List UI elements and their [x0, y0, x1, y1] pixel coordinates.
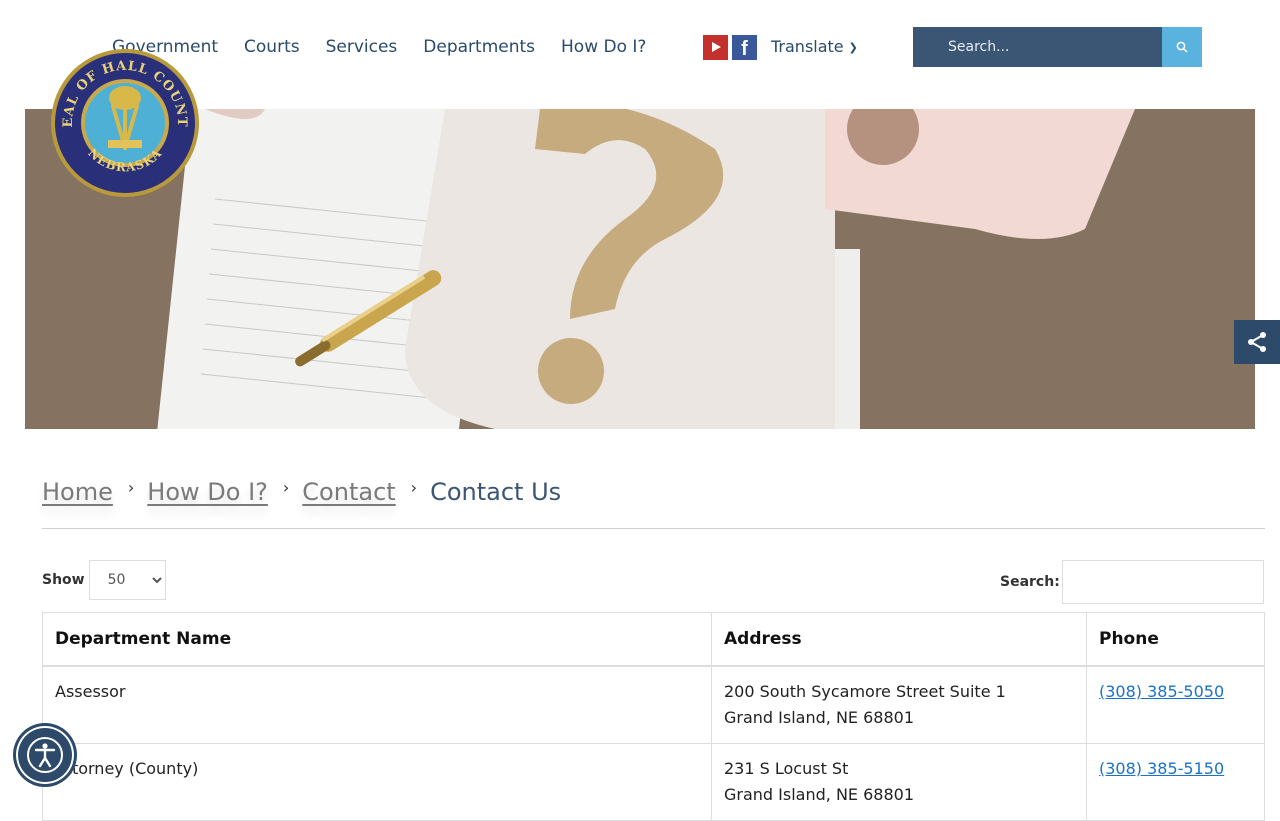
nav-departments[interactable]: Departments [423, 36, 535, 58]
header-search [913, 27, 1202, 67]
address-cell: 200 South Sycamore Street Suite 1 Grand … [711, 665, 1087, 744]
department-name-cell: Assessor [42, 665, 712, 744]
phone-link[interactable]: (308) 385-5050 [1099, 682, 1224, 701]
header-search-button[interactable] [1162, 27, 1202, 67]
accessibility-icon [18, 728, 72, 782]
table-row: Attorney (County) 231 S Locust St Grand … [42, 743, 1265, 821]
social-links: f [703, 35, 757, 60]
chevron-down-icon: ❯ [848, 41, 858, 54]
header-search-input[interactable] [913, 27, 1162, 67]
translate-dropdown[interactable]: Translate ❯ [771, 37, 858, 56]
address-line2: Grand Island, NE 68801 [724, 708, 914, 727]
table-header-row: Department Name Address Phone [42, 612, 1265, 667]
contacts-table: Department Name Address Phone Assessor 2… [42, 612, 1265, 821]
column-header-address[interactable]: Address [711, 612, 1087, 667]
department-name-cell: Attorney (County) [42, 743, 712, 821]
youtube-icon[interactable] [703, 35, 728, 60]
address-line1: 231 S Locust St [724, 759, 849, 778]
breadcrumb-how-do-i[interactable]: How Do I? [147, 478, 268, 506]
hero-banner-image [25, 109, 1255, 429]
share-button[interactable] [1234, 320, 1280, 364]
entries-length-control: Show 50 [42, 560, 166, 600]
table-search-control: Search: [1000, 560, 1264, 604]
column-header-department[interactable]: Department Name [42, 612, 712, 667]
chevron-right-icon: › [410, 477, 418, 497]
chevron-right-icon: › [127, 477, 135, 497]
translate-label: Translate [771, 37, 844, 56]
share-icon [1248, 332, 1266, 352]
breadcrumb-current: Contact Us [430, 478, 562, 506]
nav-services[interactable]: Services [326, 36, 398, 58]
breadcrumb: Home › How Do I? › Contact › Contact Us [42, 477, 562, 507]
breadcrumb-home[interactable]: Home [42, 478, 113, 506]
column-header-phone[interactable]: Phone [1086, 612, 1265, 667]
address-line2: Grand Island, NE 68801 [724, 785, 914, 804]
phone-cell: (308) 385-5050 [1086, 665, 1265, 744]
nav-courts[interactable]: Courts [244, 36, 300, 58]
facebook-icon[interactable]: f [732, 35, 757, 60]
show-label: Show [42, 572, 85, 588]
chevron-right-icon: › [282, 477, 290, 497]
nav-how-do-i[interactable]: How Do I? [561, 36, 646, 58]
address-cell: 231 S Locust St Grand Island, NE 68801 [711, 743, 1087, 821]
table-search-label: Search: [1000, 574, 1060, 590]
breadcrumb-contact[interactable]: Contact [302, 478, 395, 506]
table-search-input[interactable] [1061, 560, 1264, 604]
search-icon [1176, 41, 1188, 53]
phone-cell: (308) 385-5150 [1086, 743, 1265, 821]
divider [42, 528, 1265, 529]
entries-select[interactable]: 50 [88, 560, 166, 600]
accessibility-button[interactable] [13, 723, 77, 787]
address-line1: 200 South Sycamore Street Suite 1 [724, 682, 1006, 701]
county-seal-logo[interactable]: SEAL OF HALL COUNTY NEBRASKA [50, 48, 200, 198]
phone-link[interactable]: (308) 385-5150 [1099, 759, 1224, 778]
table-row: Assessor 200 South Sycamore Street Suite… [42, 665, 1265, 744]
